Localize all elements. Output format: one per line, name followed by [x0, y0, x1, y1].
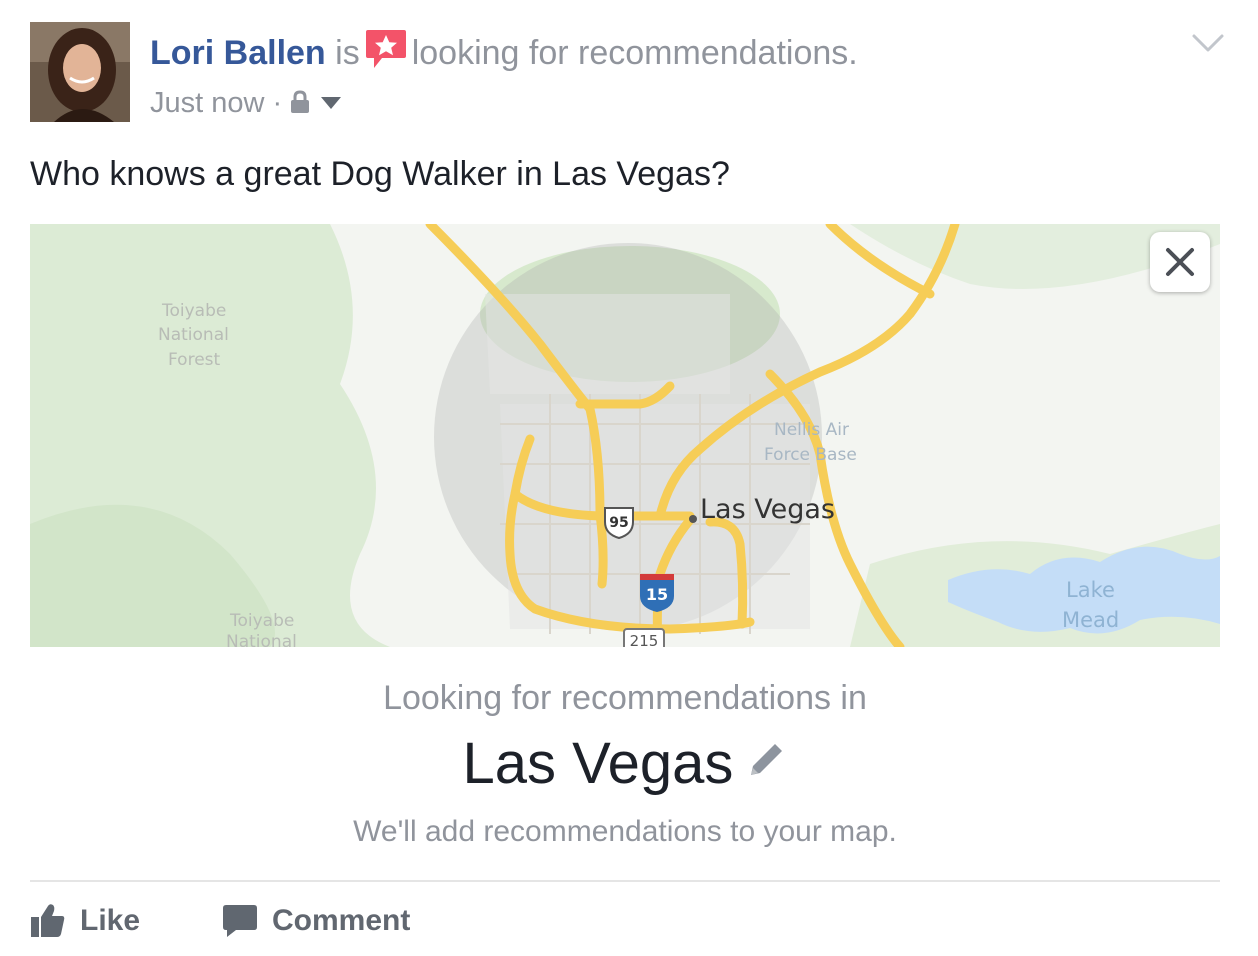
headline-verb: is	[335, 34, 360, 72]
map-label-toiyabe-north-2: National	[158, 325, 229, 345]
location-map[interactable]: Toiyabe National Forest Toiyabe National…	[30, 224, 1220, 647]
map-label-toiyabe-north-3: Forest	[168, 350, 221, 370]
comment-label: Comment	[272, 904, 411, 937]
map-label-lake-2: Mead	[1062, 608, 1119, 632]
post-timestamp[interactable]: Just now	[150, 87, 264, 119]
map-label-toiyabe-south-2: National	[226, 632, 297, 647]
feed-post: Lori Ballen is looking for recommendatio…	[0, 0, 1258, 956]
close-icon	[1166, 248, 1194, 276]
svg-text:95: 95	[609, 515, 628, 531]
recommendations-prompt: Looking for recommendations in	[383, 679, 867, 717]
like-button[interactable]: Like	[30, 900, 160, 942]
caret-down-icon[interactable]	[320, 82, 342, 120]
map-label-nellis-1: Nellis Air	[774, 420, 849, 440]
comment-button[interactable]: Comment	[222, 900, 422, 942]
post-headline: Lori Ballen is looking for recommendatio…	[150, 28, 858, 74]
activity-text: looking for recommendations.	[411, 34, 858, 72]
author-name-link[interactable]: Lori Ballen	[150, 34, 326, 72]
post-meta: Just now ·	[150, 82, 342, 124]
author-avatar[interactable]	[30, 22, 130, 122]
post-body-text: Who knows a great Dog Walker in Las Vega…	[30, 155, 730, 193]
map-label-lake-1: Lake	[1066, 578, 1115, 602]
route-shield-15: 15	[640, 574, 674, 612]
like-label: Like	[80, 904, 141, 937]
thumbs-up-icon	[31, 904, 65, 937]
route-shield-95: 95	[604, 507, 634, 540]
pencil-icon[interactable]	[745, 726, 787, 798]
map-label-nellis-2: Force Base	[764, 445, 857, 465]
meta-separator: ·	[272, 87, 283, 119]
map-label-toiyabe-north-1: Toiyabe	[161, 301, 226, 321]
map-city-label: Las Vegas	[700, 494, 835, 525]
recommendations-note: We'll add recommendations to your map.	[353, 815, 897, 848]
recommendation-location: Las Vegas	[0, 726, 1250, 800]
location-name[interactable]: Las Vegas	[463, 731, 734, 796]
svg-text:15: 15	[646, 585, 668, 604]
chevron-down-icon[interactable]	[1190, 30, 1226, 56]
actions-divider	[30, 880, 1220, 882]
map-close-button[interactable]	[1150, 232, 1210, 292]
svg-text:215: 215	[630, 632, 659, 647]
map-label-toiyabe-south-1: Toiyabe	[229, 611, 294, 631]
recommendation-star-icon	[364, 28, 408, 70]
lock-icon	[290, 86, 310, 124]
route-shield-215: 215	[623, 628, 665, 647]
speech-bubble-icon	[223, 905, 257, 937]
